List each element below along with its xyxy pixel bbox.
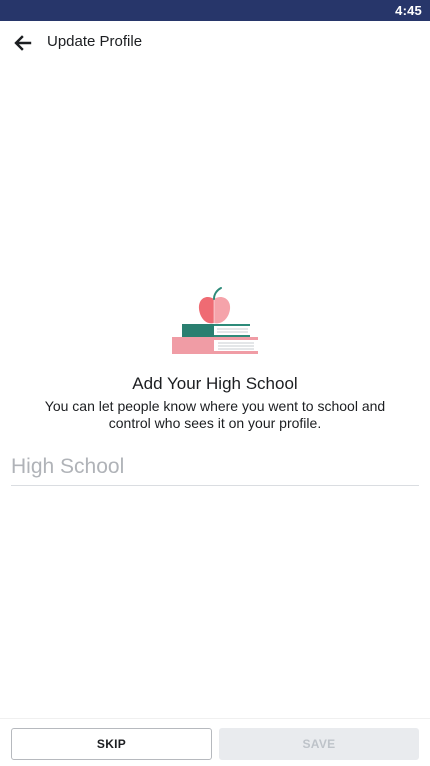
arrow-left-icon [10,31,36,55]
page-title: Update Profile [47,33,143,50]
apple-on-books-icon [170,285,260,355]
bottom-action-bar: SKIP SAVE [0,718,430,766]
high-school-input[interactable] [11,448,419,486]
skip-button[interactable]: SKIP [11,728,212,760]
status-time: 4:45 [395,3,422,18]
save-button[interactable]: SAVE [219,728,419,760]
back-button[interactable] [10,31,36,55]
status-bar: 4:45 [0,0,430,21]
app-header: Update Profile [0,21,430,63]
section-description: You can let people know where you went t… [44,398,386,431]
section-heading: Add Your High School [132,374,298,393]
